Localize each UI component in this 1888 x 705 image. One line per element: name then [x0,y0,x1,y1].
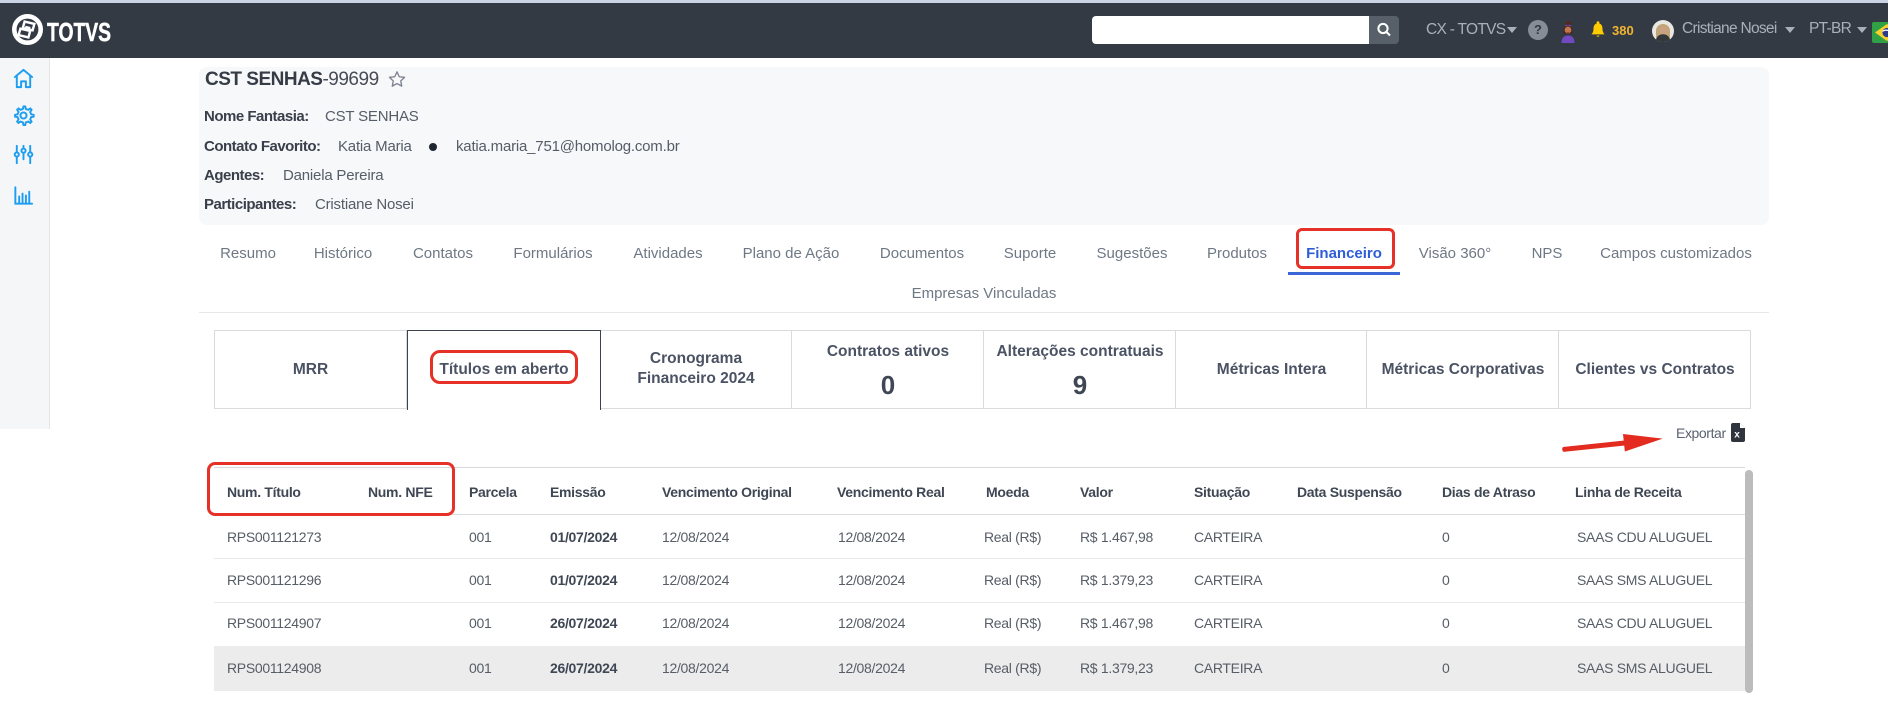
svg-text:TOTVS: TOTVS [47,17,111,45]
svg-text:x: x [1734,430,1740,441]
